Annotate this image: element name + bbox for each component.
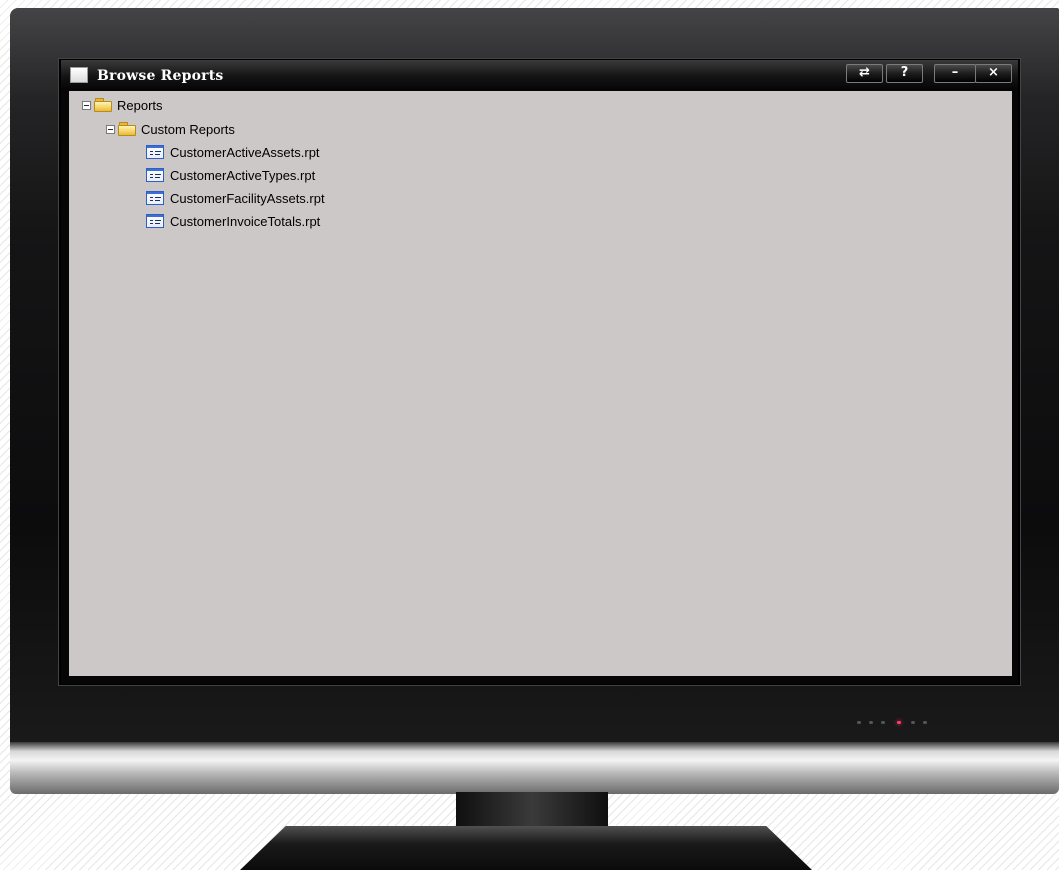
close-button[interactable]: × [975, 64, 1012, 83]
tree-node-label[interactable]: CustomerActiveAssets.rpt [170, 145, 320, 160]
report-file-icon [146, 168, 164, 182]
browse-reports-window: Browse Reports ⇄ ? – × Reports Custom Re… [61, 60, 1018, 684]
window-title: Browse Reports [97, 68, 224, 84]
tree-node-report-file[interactable]: CustomerFacilityAssets.rpt [146, 189, 325, 207]
tree-node-label[interactable]: Custom Reports [141, 122, 235, 137]
collapse-toggle-icon[interactable] [82, 100, 91, 110]
report-file-icon [146, 214, 164, 228]
window-titlebar[interactable]: Browse Reports ⇄ ? – × [61, 60, 1018, 90]
tree-node-report-file[interactable]: CustomerActiveTypes.rpt [146, 166, 315, 184]
minimize-button[interactable]: – [934, 64, 976, 83]
report-file-icon [146, 145, 164, 159]
power-led-icon [897, 721, 901, 724]
tree-node-label[interactable]: CustomerFacilityAssets.rpt [170, 191, 325, 206]
report-tree-panel: Reports Custom Reports CustomerActiveAss… [69, 91, 1012, 676]
monitor-status-leds [857, 721, 937, 725]
monitor-stand-base [240, 826, 812, 870]
tree-node-custom-reports[interactable]: Custom Reports [106, 120, 235, 138]
help-button[interactable]: ? [886, 64, 923, 83]
swap-button[interactable]: ⇄ [846, 64, 883, 83]
folder-open-icon [118, 122, 137, 136]
tree-node-report-file[interactable]: CustomerActiveAssets.rpt [146, 143, 320, 161]
tree-node-label[interactable]: CustomerActiveTypes.rpt [170, 168, 315, 183]
window-icon [70, 67, 88, 83]
tree-node-reports[interactable]: Reports [82, 96, 163, 114]
collapse-toggle-icon[interactable] [106, 124, 115, 134]
help-icon: ? [900, 65, 909, 80]
close-icon: × [988, 65, 999, 80]
tree-node-label[interactable]: Reports [117, 98, 163, 113]
led-indicator [881, 721, 885, 724]
folder-open-icon [94, 98, 113, 112]
report-file-icon [146, 191, 164, 205]
led-indicator [923, 721, 927, 724]
swap-icon: ⇄ [859, 65, 870, 80]
led-indicator [911, 721, 915, 724]
tree-node-report-file[interactable]: CustomerInvoiceTotals.rpt [146, 212, 320, 230]
led-indicator [857, 721, 861, 724]
led-indicator [869, 721, 873, 724]
tree-node-label[interactable]: CustomerInvoiceTotals.rpt [170, 214, 320, 229]
minimize-icon: – [951, 65, 959, 80]
monitor-chrome-strip [10, 742, 1059, 794]
